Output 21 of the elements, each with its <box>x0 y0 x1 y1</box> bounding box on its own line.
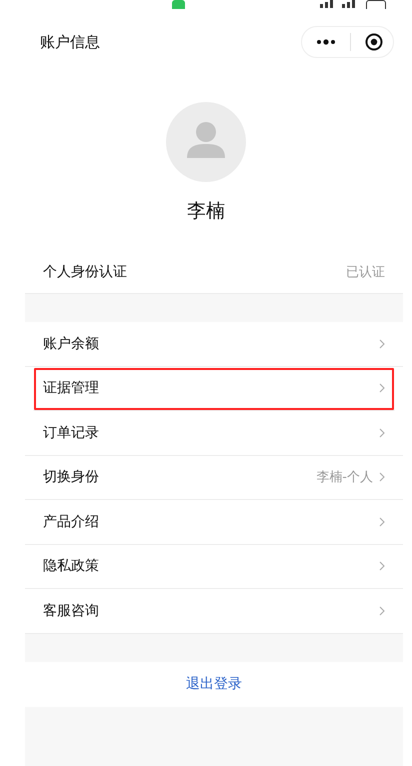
avatar-icon <box>166 102 246 182</box>
chevron-right-icon <box>379 472 385 482</box>
more-icon[interactable] <box>316 39 336 45</box>
menu-item-value: 李楠-个人 <box>316 469 373 486</box>
menu-item[interactable]: 切换身份 李楠-个人 <box>25 456 403 500</box>
menu-item[interactable]: 账户余额 <box>25 322 403 366</box>
chevron-right-icon <box>379 428 385 438</box>
chevron-right-icon <box>379 516 385 527</box>
close-icon[interactable] <box>365 33 383 51</box>
chevron-right-icon <box>379 561 385 572</box>
menu-item[interactable]: 隐私政策 <box>25 544 403 589</box>
user-name: 李楠 <box>187 199 225 224</box>
chat-app-icon <box>172 0 185 9</box>
menu-item[interactable]: 订单记录 <box>25 411 403 456</box>
page-title: 账户信息 <box>40 32 100 52</box>
verification-status: 已认证 <box>346 264 385 280</box>
chevron-right-icon <box>379 383 385 394</box>
menu-item[interactable]: 产品介绍 <box>25 500 403 544</box>
menu-item[interactable]: 证据管理 <box>33 366 395 411</box>
chevron-right-icon <box>379 606 385 616</box>
chevron-right-icon <box>379 338 385 349</box>
